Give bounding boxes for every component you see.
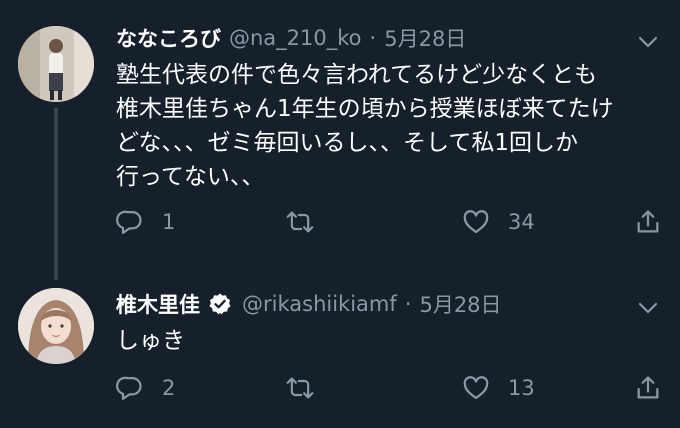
user-handle[interactable]: @rikashiikiamf bbox=[242, 292, 397, 316]
share-button[interactable] bbox=[634, 372, 680, 404]
reply-button[interactable]: 1 bbox=[116, 206, 175, 238]
share-icon bbox=[637, 210, 659, 233]
tweet-date[interactable]: 5月28日 bbox=[419, 289, 501, 319]
chevron-down-icon[interactable] bbox=[636, 296, 660, 320]
like-count: 13 bbox=[508, 376, 535, 400]
display-name[interactable]: ななころび bbox=[116, 23, 221, 53]
tweet-actions: 2 13 bbox=[116, 372, 666, 404]
tweet-actions: 1 34 bbox=[116, 206, 666, 238]
tweet-header: 椎木里佳 @rikashiikiamf · 5月28日 bbox=[116, 286, 502, 322]
separator-dot: · bbox=[369, 26, 377, 50]
tweet[interactable]: 椎木里佳 @rikashiikiamf · 5月28日 しゅき 2 13 bbox=[0, 278, 680, 428]
verified-badge-icon bbox=[208, 292, 232, 316]
tweet-date[interactable]: 5月28日 bbox=[384, 23, 466, 53]
reply-button[interactable]: 2 bbox=[116, 372, 175, 404]
tweet-text: 塾生代表の件で色々言われてるけど少なくとも 椎木里佳ちゃん1年生の頃から授業ほぼ… bbox=[116, 62, 614, 190]
like-icon bbox=[463, 210, 489, 234]
like-button[interactable]: 34 bbox=[462, 206, 535, 238]
reply-icon bbox=[116, 210, 142, 234]
retweet-button[interactable] bbox=[286, 206, 332, 238]
like-icon bbox=[463, 376, 489, 400]
separator-dot: · bbox=[404, 292, 412, 316]
share-button[interactable] bbox=[634, 206, 680, 238]
reply-count: 2 bbox=[162, 376, 176, 400]
tweet-text: しゅき bbox=[116, 328, 185, 354]
reply-icon bbox=[116, 376, 142, 400]
user-handle[interactable]: @na_210_ko bbox=[229, 26, 362, 50]
like-count: 34 bbox=[508, 210, 535, 234]
retweet-icon bbox=[286, 377, 314, 399]
avatar[interactable] bbox=[18, 288, 94, 364]
avatar[interactable] bbox=[18, 26, 94, 102]
thread-line bbox=[54, 108, 58, 280]
display-name[interactable]: 椎木里佳 bbox=[116, 289, 200, 319]
tweet-header: ななころび @na_210_ko · 5月28日 bbox=[116, 20, 466, 56]
retweet-button[interactable] bbox=[286, 372, 332, 404]
chevron-down-icon[interactable] bbox=[636, 30, 660, 54]
like-button[interactable]: 13 bbox=[462, 372, 535, 404]
share-icon bbox=[637, 376, 659, 399]
tweet[interactable]: ななころび @na_210_ko · 5月28日 塾生代表の件で色々言われてるけ… bbox=[0, 0, 680, 280]
retweet-icon bbox=[286, 211, 314, 233]
reply-count: 1 bbox=[162, 210, 176, 234]
